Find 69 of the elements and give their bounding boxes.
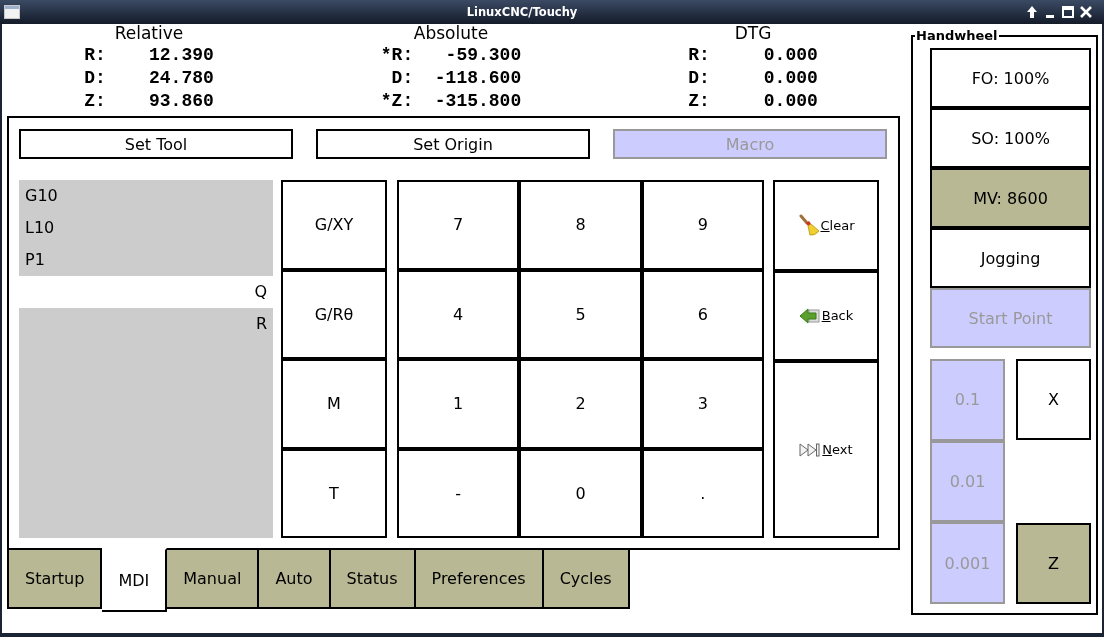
digit-key[interactable]: 6 [641, 269, 764, 359]
axis-value: 93.860 [149, 90, 214, 113]
digit-key[interactable]: 1 [397, 359, 520, 449]
tab[interactable]: Manual [167, 548, 260, 609]
axis-value: -118.600 [434, 67, 522, 90]
digit-key[interactable]: . [641, 448, 764, 538]
broom-icon [797, 214, 820, 237]
tab[interactable]: Status [330, 548, 416, 609]
axis-label: R: [688, 44, 710, 67]
axis-label: D: [391, 67, 414, 90]
window-icon [4, 5, 20, 19]
gcode-word: G10 [25, 186, 58, 205]
dro-heading: Absolute [413, 24, 489, 42]
handwheel-mode-button[interactable]: Jogging [930, 228, 1091, 288]
digit-key[interactable]: 3 [641, 359, 764, 449]
axis-label: Z: [84, 90, 106, 113]
up-arrow-icon[interactable] [1024, 4, 1040, 20]
action-button[interactable]: Set Origin [316, 129, 590, 159]
axis-value: 24.780 [149, 67, 214, 90]
axis-label: *Z: [380, 90, 414, 113]
back-button[interactable]: Back [773, 270, 879, 361]
action-button[interactable]: Set Tool [19, 129, 293, 159]
frame-title: Handwheel [915, 30, 999, 42]
digit-key[interactable]: 5 [519, 269, 642, 359]
gcode-key[interactable]: G/XY [281, 180, 387, 270]
axis-value: 0.000 [763, 44, 818, 67]
gcode-key[interactable]: G/Rθ [281, 269, 387, 359]
axis-value: 0.000 [763, 90, 818, 113]
left-arrow-icon [798, 305, 821, 326]
dro-heading: DTG [734, 24, 772, 42]
axis-label: D: [84, 67, 106, 90]
axis-value: 0.000 [763, 67, 818, 90]
axis-button[interactable]: Z [1016, 523, 1091, 604]
digit-key[interactable]: 9 [641, 180, 764, 270]
digit-key[interactable]: - [397, 448, 520, 538]
digit-key[interactable]: 2 [519, 359, 642, 449]
digit-key[interactable]: 8 [519, 180, 642, 270]
gcode-word: P1 [25, 250, 45, 269]
skip-forward-icon [799, 441, 822, 458]
tab[interactable]: Startup [7, 548, 103, 609]
axis-value: -59.300 [445, 44, 522, 67]
axis-label: R: [84, 44, 106, 67]
close-icon[interactable] [1078, 4, 1094, 20]
maximize-icon[interactable] [1060, 4, 1076, 20]
clear-button[interactable]: Clear [773, 180, 879, 271]
handwheel-mode-button[interactable]: SO: 100% [930, 108, 1091, 168]
tab[interactable]: MDI [102, 548, 168, 612]
axis-label: Z: [688, 90, 710, 113]
tab[interactable]: Auto [259, 548, 331, 609]
next-button[interactable]: Next [773, 361, 879, 538]
gcode-word: L10 [25, 218, 55, 237]
digit-key[interactable]: 7 [397, 180, 520, 270]
handwheel-mode-button[interactable]: FO: 100% [930, 48, 1091, 108]
tab[interactable]: Cycles [543, 548, 630, 609]
dro-heading: Relative [114, 24, 184, 42]
digit-key[interactable]: 0 [519, 448, 642, 538]
gcode-word: R [255, 314, 267, 333]
axis-label: *R: [380, 44, 414, 67]
gcode-key[interactable]: M [281, 359, 387, 449]
axis-value: -315.800 [434, 90, 522, 113]
axis-value: 12.390 [149, 44, 214, 67]
digit-key[interactable]: 4 [397, 269, 520, 359]
handwheel-mode-button[interactable]: MV: 8600 [930, 168, 1091, 228]
axis-button[interactable]: X [1016, 359, 1091, 440]
axis-label: D: [688, 67, 710, 90]
gcode-key[interactable]: T [281, 448, 387, 538]
window-title: LinuxCNC/Touchy [466, 5, 578, 19]
tab[interactable]: Preferences [415, 548, 544, 609]
gcode-word: Q [254, 282, 267, 301]
